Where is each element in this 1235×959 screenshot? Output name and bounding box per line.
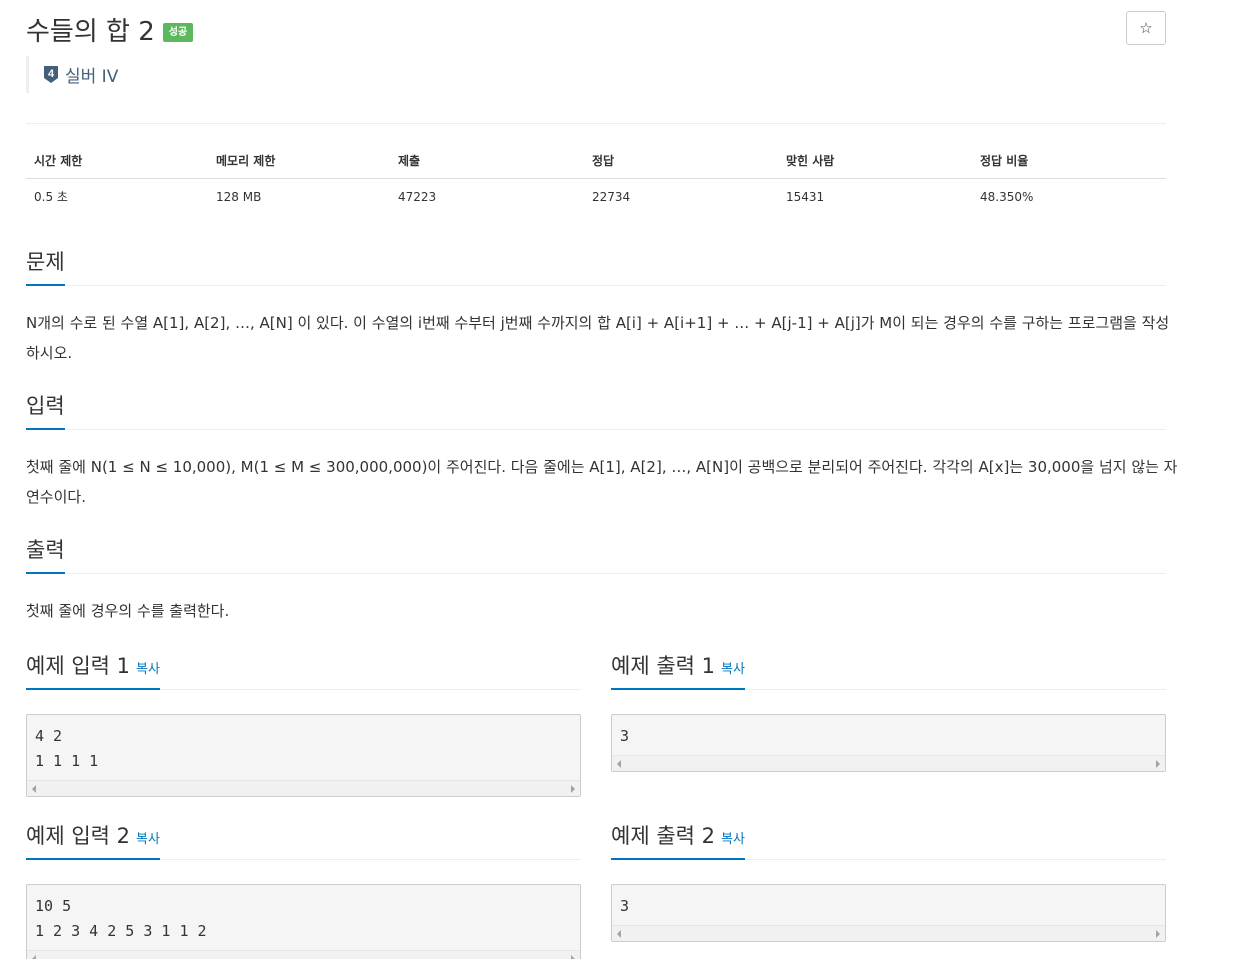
- tier-label: 실버 IV: [65, 67, 119, 87]
- value-solved-users: 15431: [786, 189, 825, 204]
- output-section-header: 출력: [26, 534, 1166, 574]
- input-text-line: 첫째 줄에 N(1 ≤ N ≤ 10,000), M(1 ≤ M ≤ 300,0…: [26, 458, 1178, 476]
- value-memory-limit: 128 MB: [216, 189, 262, 204]
- sample-output-2-content: 3: [620, 897, 630, 915]
- sample-output-2: 예제 출력 2 복사 3: [611, 820, 1166, 942]
- input-heading: 입력: [26, 390, 65, 430]
- header-submissions: 제출: [398, 154, 421, 168]
- sample-output-1-header: 예제 출력 1 복사: [611, 650, 1166, 690]
- horizontal-scrollbar[interactable]: [27, 950, 580, 959]
- sample-input-1: 예제 입력 1 복사 4 2 1 1 1 1: [26, 650, 581, 797]
- scroll-right-icon[interactable]: [1156, 760, 1160, 768]
- sample-input-1-header: 예제 입력 1 복사: [26, 650, 581, 690]
- sample-input-1-heading: 예제 입력 1: [26, 654, 130, 678]
- sample-output-2-box[interactable]: 3: [611, 884, 1166, 942]
- input-section-header: 입력: [26, 390, 1166, 430]
- problem-section-header: 문제: [26, 246, 1166, 286]
- copy-button[interactable]: 복사: [136, 662, 160, 677]
- value-accept-ratio: 48.350%: [980, 189, 1034, 204]
- tier-info: 4 실버 IV: [26, 56, 118, 93]
- table-header-row: 시간 제한 메모리 제한 제출 정답 맞힌 사람 정답 비율: [26, 143, 1166, 179]
- sample-input-2: 예제 입력 2 복사 10 5 1 2 3 4 2 5 3 1 1 2: [26, 820, 581, 959]
- header-time-limit: 시간 제한: [34, 154, 83, 168]
- problem-text-line: N개의 수로 된 수열 A[1], A[2], …, A[N] 이 있다. 이 …: [26, 314, 1170, 332]
- scroll-left-icon[interactable]: [32, 785, 36, 793]
- value-accepted: 22734: [592, 189, 631, 204]
- input-description: 첫째 줄에 N(1 ≤ N ≤ 10,000), M(1 ≤ M ≤ 300,0…: [26, 452, 1178, 512]
- tier-number: 4: [48, 68, 55, 80]
- sample-output-1-content: 3: [620, 727, 630, 745]
- sample-output-1-heading: 예제 출력 1: [611, 654, 715, 678]
- copy-button[interactable]: 복사: [721, 662, 745, 677]
- sample-input-2-content: 10 5 1 2 3 4 2 5 3 1 1 2: [35, 897, 207, 940]
- scroll-left-icon[interactable]: [617, 930, 621, 938]
- output-heading: 출력: [26, 534, 65, 574]
- scroll-right-icon[interactable]: [571, 785, 575, 793]
- problem-description: N개의 수로 된 수열 A[1], A[2], …, A[N] 이 있다. 이 …: [26, 308, 1170, 368]
- scroll-right-icon[interactable]: [571, 955, 575, 959]
- problem-title: 수들의 합 2: [26, 16, 155, 47]
- sample-output-2-header: 예제 출력 2 복사: [611, 820, 1166, 860]
- scroll-right-icon[interactable]: [1156, 930, 1160, 938]
- sample-input-1-content: 4 2 1 1 1 1: [35, 727, 99, 770]
- sample-input-2-box[interactable]: 10 5 1 2 3 4 2 5 3 1 1 2: [26, 884, 581, 959]
- sample-input-1-box[interactable]: 4 2 1 1 1 1: [26, 714, 581, 797]
- input-text-line: 연수이다.: [26, 488, 86, 506]
- status-badge: 성공: [162, 22, 194, 42]
- header-memory-limit: 메모리 제한: [216, 154, 276, 168]
- sample-output-1-box[interactable]: 3: [611, 714, 1166, 772]
- output-text-line: 첫째 줄에 경우의 수를 출력한다.: [26, 602, 230, 620]
- problem-text-line: 하시오.: [26, 344, 73, 362]
- star-icon: ☆: [1139, 19, 1153, 37]
- sample-output-2-heading: 예제 출력 2: [611, 824, 715, 848]
- header-solved-users: 맞힌 사람: [786, 154, 835, 168]
- divider: [26, 123, 1166, 124]
- horizontal-scrollbar[interactable]: [27, 780, 580, 796]
- horizontal-scrollbar[interactable]: [612, 925, 1165, 941]
- sample-input-2-header: 예제 입력 2 복사: [26, 820, 581, 860]
- sample-output-1: 예제 출력 1 복사 3: [611, 650, 1166, 772]
- problem-info-table: 시간 제한 메모리 제한 제출 정답 맞힌 사람 정답 비율 0.5 초 128…: [26, 143, 1166, 214]
- sample-input-2-heading: 예제 입력 2: [26, 824, 130, 848]
- tier-silver-icon: 4: [43, 65, 59, 84]
- horizontal-scrollbar[interactable]: [612, 755, 1165, 771]
- output-description: 첫째 줄에 경우의 수를 출력한다.: [26, 596, 1166, 626]
- copy-button[interactable]: 복사: [721, 832, 745, 847]
- value-time-limit: 0.5 초: [34, 190, 68, 204]
- problem-heading: 문제: [26, 246, 65, 286]
- value-submissions: 47223: [398, 189, 437, 204]
- copy-button[interactable]: 복사: [136, 832, 160, 847]
- header-accepted: 정답: [592, 154, 615, 168]
- star-button[interactable]: ☆: [1126, 11, 1166, 45]
- scroll-left-icon[interactable]: [32, 955, 36, 959]
- scroll-left-icon[interactable]: [617, 760, 621, 768]
- title-row: 수들의 합 2 성공: [26, 12, 194, 47]
- table-row: 0.5 초 128 MB 47223 22734 15431 48.350%: [26, 179, 1166, 214]
- header-accept-ratio: 정답 비율: [980, 154, 1029, 168]
